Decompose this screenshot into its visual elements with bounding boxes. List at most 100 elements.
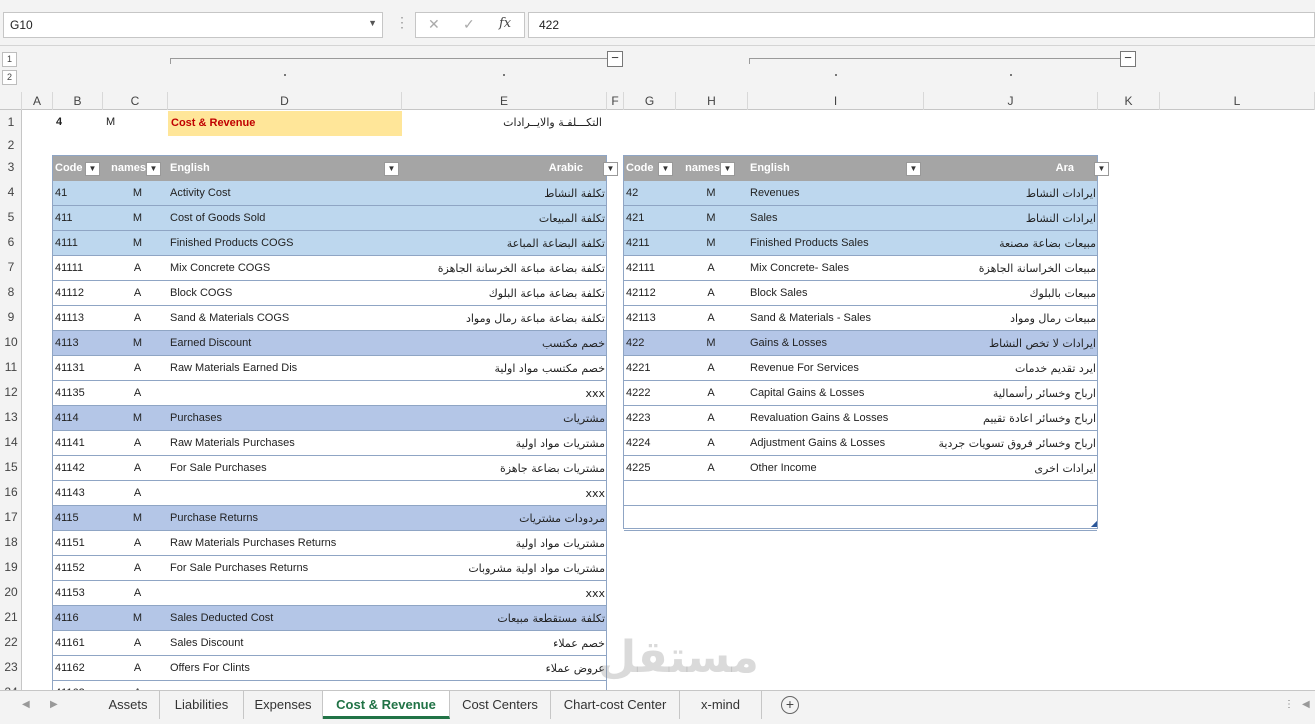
row-header[interactable]: 13 <box>0 405 21 430</box>
cell-english[interactable] <box>750 506 924 531</box>
column-header-d[interactable]: D <box>168 92 402 110</box>
cell-arabic[interactable] <box>924 506 1096 531</box>
cell-arabic[interactable]: تكلفة بضاعة مباعة رمال ومواد <box>402 306 605 331</box>
cell-name[interactable] <box>678 506 744 531</box>
cell-arabic[interactable]: تكلفة مستقطعة مبيعات <box>402 606 605 631</box>
column-header-k[interactable]: K <box>1098 92 1160 110</box>
cell-code[interactable]: 42 <box>626 181 678 206</box>
header-arabic[interactable]: Ara <box>924 156 1074 181</box>
cell-english[interactable] <box>170 581 402 606</box>
cell-name[interactable]: A <box>105 306 170 331</box>
table-row[interactable]: 4111 M Finished Products COGS تكلفة البضاعة… <box>53 231 606 256</box>
row-header[interactable]: 17 <box>0 505 21 530</box>
table-row[interactable]: 4116 M Sales Deducted Cost تكلفة مستقطعة مب… <box>53 606 606 631</box>
table-row[interactable]: 42112 A Block Sales مبيعات بالبلوك <box>624 281 1097 306</box>
table-row[interactable]: 4223 A Revaluation Gains & Losses ارباح وخس… <box>624 406 1097 431</box>
row-header[interactable]: 16 <box>0 480 21 505</box>
cell-arabic[interactable]: مبيعات الخراسانة الجاهزة <box>924 256 1096 281</box>
cell-english[interactable]: For Sale Purchases <box>170 456 402 481</box>
filter-dropdown-icon[interactable]: ▼ <box>85 162 100 176</box>
table-row[interactable]: 41135 Axxx <box>53 381 606 406</box>
cell-code[interactable]: 4211 <box>626 231 678 256</box>
cell-english[interactable]: Block COGS <box>170 281 402 306</box>
sheet-tab-cost-centers[interactable]: Cost Centers <box>450 691 551 719</box>
table-row[interactable]: 41153 Axxx <box>53 581 606 606</box>
cell-name[interactable]: A <box>105 656 170 681</box>
table-row[interactable]: 4114 M Purchases مشتريات <box>53 406 606 431</box>
row-header[interactable]: 6 <box>0 230 21 255</box>
cell-arabic[interactable]: تكلفة البضاعة المباعة <box>402 231 605 256</box>
row-header[interactable]: 23 <box>0 655 21 680</box>
cell-english[interactable]: Sales Discount <box>170 631 402 656</box>
table-row[interactable]: 4222 A Capital Gains & Losses ارباح وخسائر … <box>624 381 1097 406</box>
table-row[interactable]: 41162 A Offers For Clints عروض عملاء <box>53 656 606 681</box>
filter-dropdown-icon[interactable]: ▼ <box>603 162 618 176</box>
collapse-group-button-1[interactable]: − <box>607 51 623 67</box>
cell-name[interactable]: M <box>105 506 170 531</box>
table-row[interactable]: 4211 M Finished Products Sales مبيعات بضاعة… <box>624 231 1097 256</box>
cell-arabic[interactable]: عروض عملاء <box>402 656 605 681</box>
column-header-c[interactable]: C <box>103 92 168 110</box>
cell-arabic[interactable]: ايرادات النشاط <box>924 206 1096 231</box>
cell-arabic[interactable]: تكلفة النشاط <box>402 181 605 206</box>
cell-code[interactable]: 41135 <box>55 381 105 406</box>
cell-english[interactable]: Raw Materials Earned Dis <box>170 356 402 381</box>
cell-english[interactable]: For Sale Purchases Returns <box>170 556 402 581</box>
filter-dropdown-icon[interactable]: ▼ <box>384 162 399 176</box>
row-header[interactable]: 20 <box>0 580 21 605</box>
confirm-icon[interactable]: ✓ <box>463 16 475 33</box>
header-names[interactable]: names <box>99 156 146 181</box>
scroll-tabs-left-icon[interactable]: ◀ <box>22 699 30 710</box>
cell-name[interactable]: A <box>105 581 170 606</box>
column-header-j[interactable]: J <box>924 92 1098 110</box>
cell-english[interactable]: Gains & Losses <box>750 331 924 356</box>
sheet-tab-assets[interactable]: Assets <box>97 691 160 719</box>
cell-code[interactable]: 41151 <box>55 531 105 556</box>
cell-name[interactable]: A <box>678 381 744 406</box>
cell-english[interactable]: Offers For Clints <box>170 656 402 681</box>
row-header[interactable]: 2 <box>0 135 21 155</box>
column-header-e[interactable]: E <box>402 92 607 110</box>
row-header[interactable]: 19 <box>0 555 21 580</box>
cell-english[interactable]: Raw Materials Purchases <box>170 431 402 456</box>
row-header[interactable]: 11 <box>0 355 21 380</box>
row-header[interactable]: 21 <box>0 605 21 630</box>
column-header-f[interactable]: F <box>607 92 624 110</box>
cell-code[interactable]: 41112 <box>55 281 105 306</box>
sheet-tab-cost-revenue[interactable]: Cost & Revenue <box>323 691 450 719</box>
cell-arabic[interactable]: خصم مكتسب مواد اولية <box>402 356 605 381</box>
cell-arabic[interactable]: مشتريات مواد اولية مشروبات <box>402 556 605 581</box>
cell-name[interactable]: A <box>678 256 744 281</box>
cell-name[interactable] <box>678 481 744 506</box>
column-header-g[interactable]: G <box>624 92 676 110</box>
sheet-tab-liabilities[interactable]: Liabilities <box>160 691 244 719</box>
cell-b1[interactable]: 4 <box>56 116 62 128</box>
row-header[interactable]: 9 <box>0 305 21 330</box>
cell-code[interactable]: 41131 <box>55 356 105 381</box>
table-row[interactable]: 42111 A Mix Concrete- Sales مبيعات الخراسان… <box>624 256 1097 281</box>
table-row[interactable]: 41113 A Sand & Materials COGS تكلفة بضاعة م… <box>53 306 606 331</box>
header-names[interactable]: names <box>672 156 720 181</box>
table-row[interactable]: 41143 Axxx <box>53 481 606 506</box>
row-header[interactable]: 8 <box>0 280 21 305</box>
cell-arabic[interactable]: تكلفة بضاعة مباعة الخرسانة الجاهزة <box>402 256 605 281</box>
cell-arabic[interactable]: خصم عملاء <box>402 631 605 656</box>
cell-english[interactable]: Sales <box>750 206 924 231</box>
header-arabic[interactable]: Arabic <box>402 156 583 181</box>
cell-english[interactable]: Adjustment Gains & Losses <box>750 431 924 456</box>
table-row[interactable]: 41112 A Block COGS تكلفة بضاعة مباعة البلوك <box>53 281 606 306</box>
cell-name[interactable]: A <box>105 481 170 506</box>
cell-name[interactable]: A <box>105 381 170 406</box>
filter-dropdown-icon[interactable]: ▼ <box>1094 162 1109 176</box>
cell-code[interactable]: 41142 <box>55 456 105 481</box>
cell-code[interactable]: 41141 <box>55 431 105 456</box>
cell-name[interactable]: A <box>678 281 744 306</box>
table-row[interactable]: 4221 A Revenue For Services ايرد تقديم خدما… <box>624 356 1097 381</box>
table-row[interactable]: 4225 A Other Income ايرادات اخرى <box>624 456 1097 481</box>
cell-code[interactable]: 41113 <box>55 306 105 331</box>
cell-code[interactable]: 4225 <box>626 456 678 481</box>
cell-code[interactable]: 41153 <box>55 581 105 606</box>
cell-d1-title[interactable]: Cost & Revenue <box>168 111 402 136</box>
scroll-left-icon[interactable]: ◀ <box>1302 699 1310 710</box>
cell-name[interactable]: A <box>105 531 170 556</box>
